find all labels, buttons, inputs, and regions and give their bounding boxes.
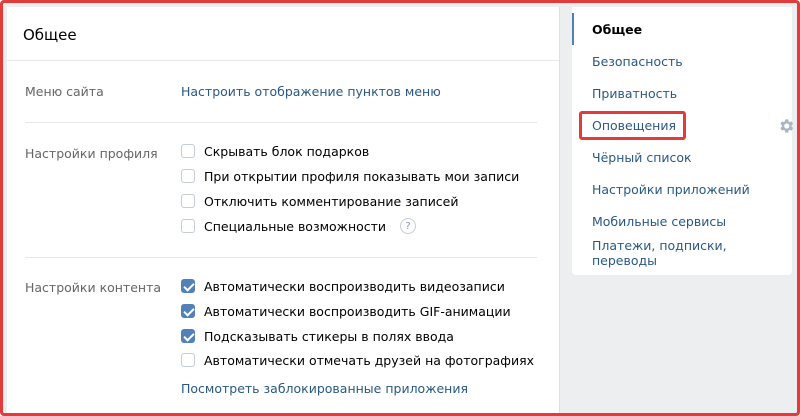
help-icon[interactable]: ? (400, 218, 417, 234)
option-autoplay-video[interactable]: Автоматически воспроизводить видеозаписи (181, 276, 505, 296)
divider (25, 122, 537, 123)
option-label: Подсказывать стикеры в полях ввода (204, 328, 454, 344)
option-accessibility[interactable]: Специальные возможности ? (181, 216, 417, 236)
gear-icon[interactable] (777, 117, 795, 135)
option-hide-gifts[interactable]: Скрывать блок подарков (181, 141, 369, 161)
option-label: При открытии профиля показывать мои запи… (204, 168, 520, 184)
screenshot-frame: Общее Меню сайта Настроить отображение п… (0, 0, 800, 416)
content-settings-label: Настройки контента (25, 280, 162, 295)
sidebar-item-blacklist[interactable]: Чёрный список (572, 141, 792, 173)
checkbox[interactable] (181, 169, 195, 183)
checkbox[interactable] (181, 353, 195, 367)
checkbox[interactable] (181, 144, 195, 158)
checkbox-checked[interactable] (181, 329, 195, 343)
sidebar-item-general[interactable]: Общее (572, 13, 792, 45)
notifications-highlight-box (579, 111, 686, 140)
configure-menu-link[interactable]: Настроить отображение пунктов меню (181, 84, 441, 99)
page-title: Общее (7, 7, 559, 61)
site-menu-label: Меню сайта (25, 84, 104, 99)
option-disable-comments[interactable]: Отключить комментирование записей (181, 191, 459, 211)
checkbox[interactable] (181, 219, 195, 233)
divider (25, 257, 537, 258)
sidebar-item-app-settings[interactable]: Настройки приложений (572, 173, 792, 205)
sidebar-item-privacy[interactable]: Приватность (572, 77, 792, 109)
checkbox-checked[interactable] (181, 304, 195, 318)
option-tag-friends[interactable]: Автоматически отмечать друзей на фотогра… (181, 350, 534, 370)
blocked-apps-link[interactable]: Посмотреть заблокированные приложения (181, 381, 468, 396)
option-label: Отключить комментирование записей (204, 193, 459, 209)
option-label: Автоматически воспроизводить видеозаписи (204, 278, 505, 294)
checkbox[interactable] (181, 194, 195, 208)
option-label: Автоматически воспроизводить GIF-анимаци… (204, 303, 511, 319)
profile-settings-label: Настройки профиля (25, 146, 158, 161)
sidebar-item-payments[interactable]: Платежи, подписки, переводы (572, 237, 792, 269)
sidebar-item-mobile-services[interactable]: Мобильные сервисы (572, 205, 792, 237)
checkbox-checked[interactable] (181, 279, 195, 293)
sidebar-item-security[interactable]: Безопасность (572, 45, 792, 77)
settings-sidebar: Общее Безопасность Приватность Оповещени… (572, 7, 792, 275)
option-show-my-posts[interactable]: При открытии профиля показывать мои запи… (181, 166, 519, 186)
option-suggest-stickers[interactable]: Подсказывать стикеры в полях ввода (181, 326, 454, 346)
option-label: Скрывать блок подарков (204, 143, 370, 159)
option-label: Автоматически отмечать друзей на фотогра… (204, 352, 535, 368)
option-label: Специальные возможности (204, 218, 387, 234)
option-autoplay-gif[interactable]: Автоматически воспроизводить GIF-анимаци… (181, 301, 511, 321)
